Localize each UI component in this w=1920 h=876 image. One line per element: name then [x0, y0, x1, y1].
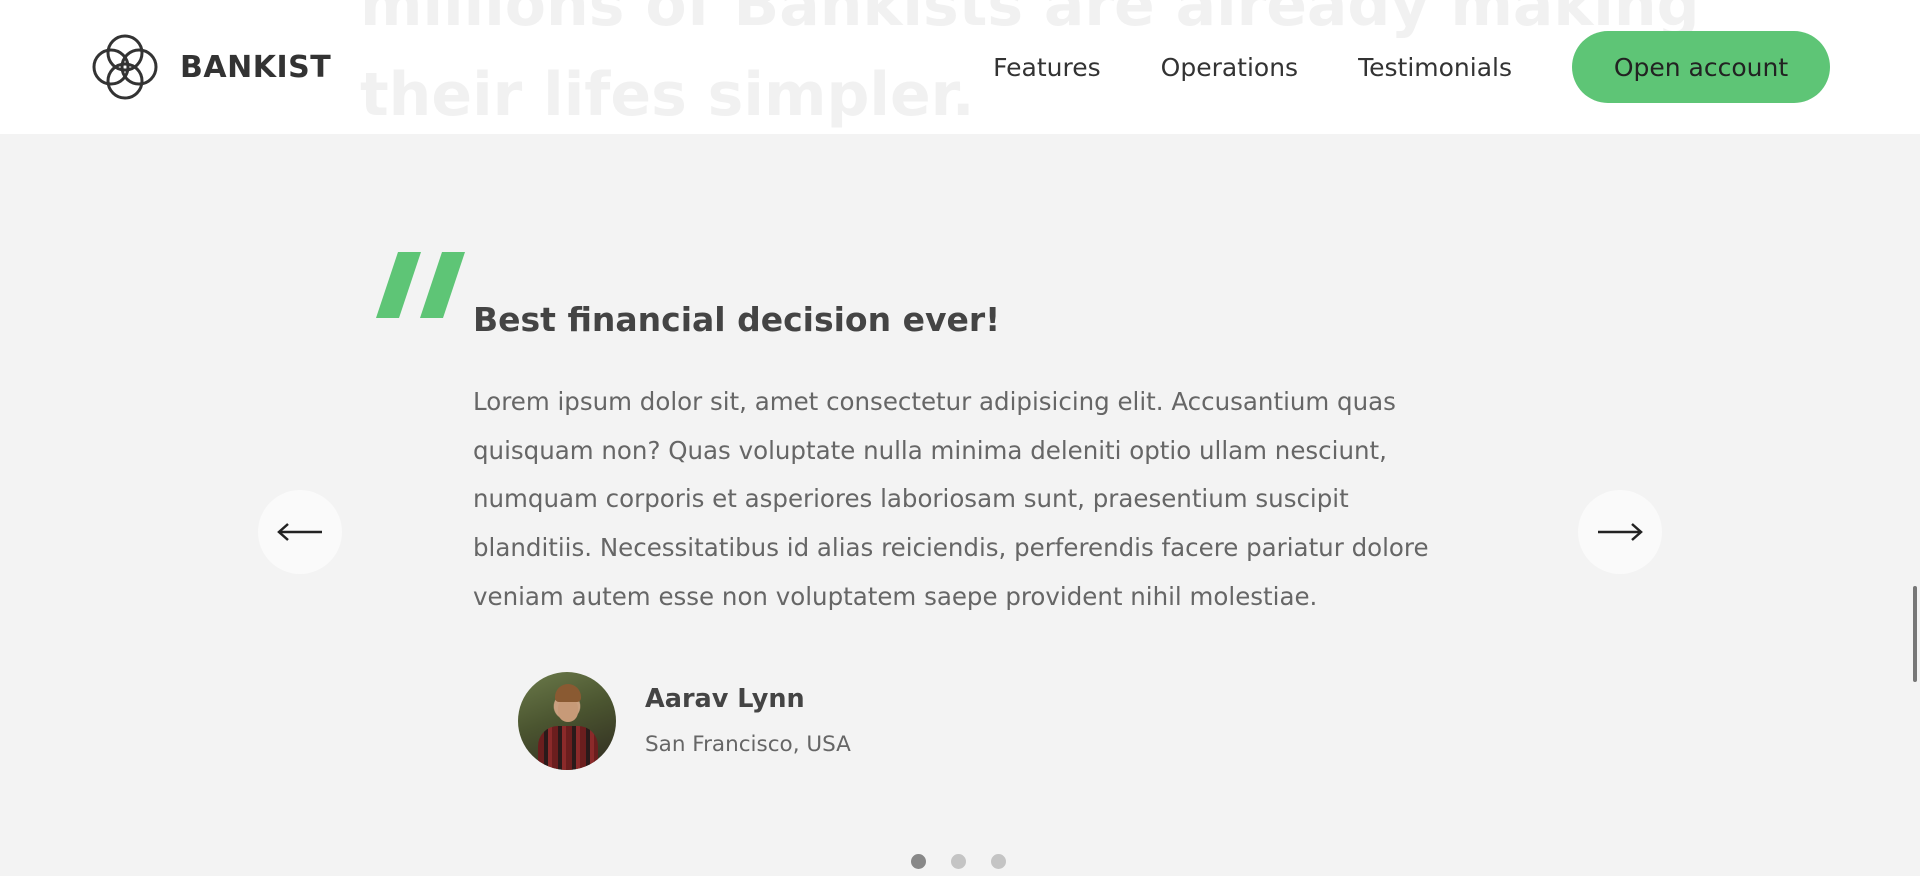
author-avatar — [518, 672, 616, 770]
nav-link-features[interactable]: Features — [993, 53, 1101, 82]
brand-name: BANKIST — [180, 49, 332, 85]
testimonial-text: Lorem ipsum dolor sit, amet consectetur … — [473, 387, 1429, 611]
arrow-left-icon — [277, 523, 322, 541]
slider-dot-2[interactable] — [951, 854, 966, 869]
quote-mark-icon — [376, 252, 465, 318]
nav-links: Features Operations Testimonials Open ac… — [993, 31, 1830, 103]
slider-dots — [911, 854, 1006, 869]
author-name: Aarav Lynn — [645, 684, 805, 714]
scrollbar-thumb[interactable] — [1913, 586, 1917, 682]
slider-dot-3[interactable] — [991, 854, 1006, 869]
testimonial-title: Best financial decision ever! — [473, 300, 1001, 339]
slider-next-button[interactable] — [1578, 490, 1662, 574]
open-account-button[interactable]: Open account — [1572, 31, 1830, 103]
nav-link-operations[interactable]: Operations — [1161, 53, 1298, 82]
slider-prev-button[interactable] — [258, 490, 342, 574]
slider-dot-1[interactable] — [911, 854, 926, 869]
nav-link-testimonials[interactable]: Testimonials — [1358, 53, 1512, 82]
arrow-right-icon — [1598, 523, 1643, 541]
author-location: San Francisco, USA — [645, 732, 851, 757]
main-nav: BANKIST Features Operations Testimonials… — [0, 0, 1920, 134]
brand-logo[interactable]: BANKIST — [90, 32, 331, 102]
bankist-logo-icon — [92, 34, 158, 100]
